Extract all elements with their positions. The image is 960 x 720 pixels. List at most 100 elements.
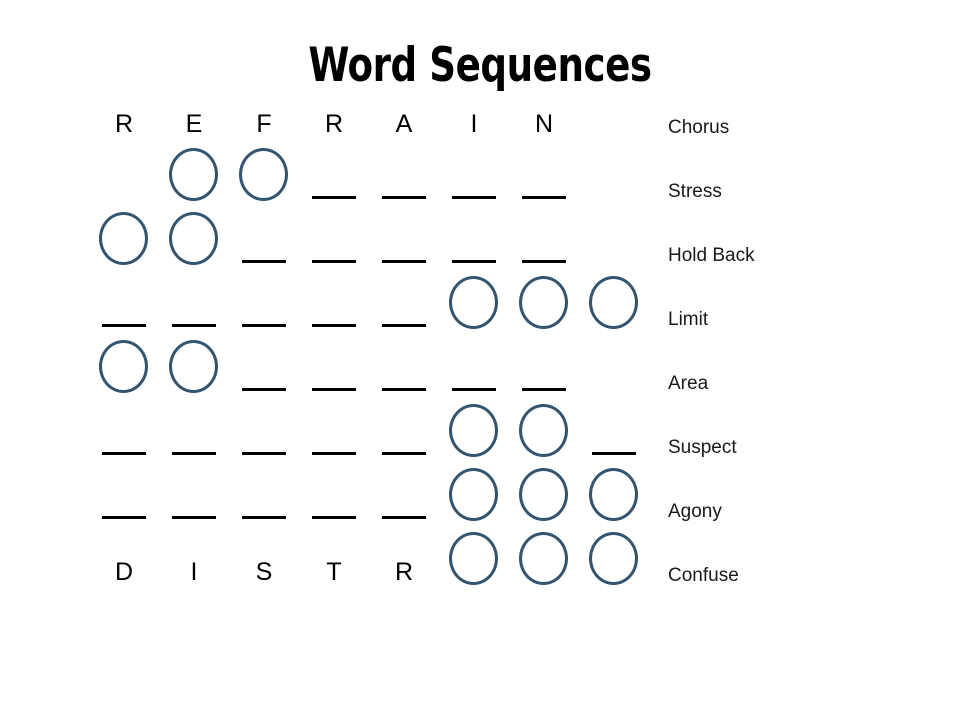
puzzle-row: Stress: [0, 143, 960, 207]
puzzle-blank-cell[interactable]: [516, 207, 572, 271]
puzzle-blank-cell[interactable]: [376, 271, 432, 335]
puzzle-blank-cell[interactable]: [376, 399, 432, 463]
circle-icon[interactable]: [449, 404, 498, 457]
blank-line-icon[interactable]: [242, 324, 286, 327]
puzzle-blank-cell[interactable]: [166, 271, 222, 335]
puzzle-blank-cell[interactable]: [446, 335, 502, 399]
circle-icon[interactable]: [589, 468, 638, 521]
circle-icon[interactable]: [239, 148, 288, 201]
puzzle-blank-cell[interactable]: [236, 207, 292, 271]
puzzle-blank-cell[interactable]: [306, 271, 362, 335]
puzzle-circle-cell[interactable]: [446, 463, 502, 527]
puzzle-circle-cell[interactable]: [236, 143, 292, 207]
circle-icon[interactable]: [519, 468, 568, 521]
blank-line-icon[interactable]: [102, 516, 146, 519]
blank-line-icon[interactable]: [242, 388, 286, 391]
blank-line-icon[interactable]: [522, 388, 566, 391]
circle-icon[interactable]: [589, 276, 638, 329]
puzzle-blank-cell[interactable]: [376, 207, 432, 271]
puzzle-circle-cell[interactable]: [516, 271, 572, 335]
puzzle-blank-cell[interactable]: [516, 143, 572, 207]
circle-icon[interactable]: [519, 532, 568, 585]
circle-icon[interactable]: [519, 276, 568, 329]
blank-line-icon[interactable]: [102, 452, 146, 455]
puzzle-blank-cell[interactable]: [166, 399, 222, 463]
puzzle-letter-cell: F: [236, 79, 292, 143]
puzzle-circle-cell[interactable]: [586, 463, 642, 527]
puzzle-blank-cell[interactable]: [306, 463, 362, 527]
puzzle-blank-cell[interactable]: [306, 335, 362, 399]
blank-line-icon[interactable]: [382, 260, 426, 263]
blank-line-icon[interactable]: [382, 516, 426, 519]
circle-icon[interactable]: [99, 340, 148, 393]
puzzle-letter-cell: E: [166, 79, 222, 143]
puzzle-blank-cell[interactable]: [236, 335, 292, 399]
puzzle-blank-cell[interactable]: [446, 143, 502, 207]
puzzle-blank-cell[interactable]: [446, 207, 502, 271]
puzzle-circle-cell[interactable]: [96, 335, 152, 399]
puzzle-blank-cell[interactable]: [96, 271, 152, 335]
puzzle-blank-cell[interactable]: [376, 143, 432, 207]
puzzle-circle-cell[interactable]: [446, 527, 502, 591]
blank-line-icon[interactable]: [172, 452, 216, 455]
puzzle-row: Limit: [0, 271, 960, 335]
circle-icon[interactable]: [449, 532, 498, 585]
circle-icon[interactable]: [169, 148, 218, 201]
circle-icon[interactable]: [169, 340, 218, 393]
puzzle-circle-cell[interactable]: [516, 463, 572, 527]
puzzle-blank-cell[interactable]: [236, 463, 292, 527]
puzzle-circle-cell[interactable]: [516, 527, 572, 591]
blank-line-icon[interactable]: [522, 260, 566, 263]
puzzle-circle-cell[interactable]: [166, 207, 222, 271]
blank-line-icon[interactable]: [102, 324, 146, 327]
blank-line-icon[interactable]: [382, 452, 426, 455]
puzzle-circle-cell[interactable]: [166, 335, 222, 399]
puzzle-circle-cell[interactable]: [446, 271, 502, 335]
blank-line-icon[interactable]: [312, 260, 356, 263]
puzzle-blank-cell[interactable]: [376, 335, 432, 399]
circle-icon[interactable]: [519, 404, 568, 457]
puzzle-blank-cell[interactable]: [236, 399, 292, 463]
puzzle-circle-cell[interactable]: [516, 399, 572, 463]
blank-line-icon[interactable]: [522, 196, 566, 199]
circle-icon[interactable]: [99, 212, 148, 265]
blank-line-icon[interactable]: [242, 260, 286, 263]
blank-line-icon[interactable]: [382, 324, 426, 327]
blank-line-icon[interactable]: [592, 452, 636, 455]
blank-line-icon[interactable]: [382, 388, 426, 391]
blank-line-icon[interactable]: [312, 452, 356, 455]
puzzle-blank-cell[interactable]: [516, 335, 572, 399]
puzzle-circle-cell[interactable]: [586, 271, 642, 335]
puzzle-blank-cell[interactable]: [236, 271, 292, 335]
blank-line-icon[interactable]: [312, 324, 356, 327]
blank-line-icon[interactable]: [312, 196, 356, 199]
puzzle-circle-cell[interactable]: [446, 399, 502, 463]
puzzle-blank-cell[interactable]: [376, 463, 432, 527]
puzzle-circle-cell[interactable]: [166, 143, 222, 207]
blank-line-icon[interactable]: [382, 196, 426, 199]
blank-line-icon[interactable]: [242, 452, 286, 455]
blank-line-icon[interactable]: [312, 516, 356, 519]
blank-line-icon[interactable]: [452, 260, 496, 263]
puzzle-blank-cell[interactable]: [306, 399, 362, 463]
blank-line-icon[interactable]: [242, 516, 286, 519]
puzzle-blank-cell[interactable]: [586, 399, 642, 463]
blank-line-icon[interactable]: [312, 388, 356, 391]
puzzle-blank-cell[interactable]: [166, 463, 222, 527]
puzzle-circle-cell[interactable]: [96, 207, 152, 271]
puzzle-letter: I: [470, 110, 478, 138]
circle-icon[interactable]: [169, 212, 218, 265]
blank-line-icon[interactable]: [172, 516, 216, 519]
circle-icon[interactable]: [589, 532, 638, 585]
blank-line-icon[interactable]: [452, 388, 496, 391]
circle-icon[interactable]: [449, 468, 498, 521]
blank-line-icon[interactable]: [172, 324, 216, 327]
blank-line-icon[interactable]: [452, 196, 496, 199]
puzzle-circle-cell[interactable]: [586, 527, 642, 591]
circle-icon[interactable]: [449, 276, 498, 329]
puzzle-row: R E F R A I N Chorus: [0, 79, 960, 143]
puzzle-blank-cell[interactable]: [306, 143, 362, 207]
puzzle-blank-cell[interactable]: [96, 399, 152, 463]
puzzle-blank-cell[interactable]: [306, 207, 362, 271]
puzzle-blank-cell[interactable]: [96, 463, 152, 527]
